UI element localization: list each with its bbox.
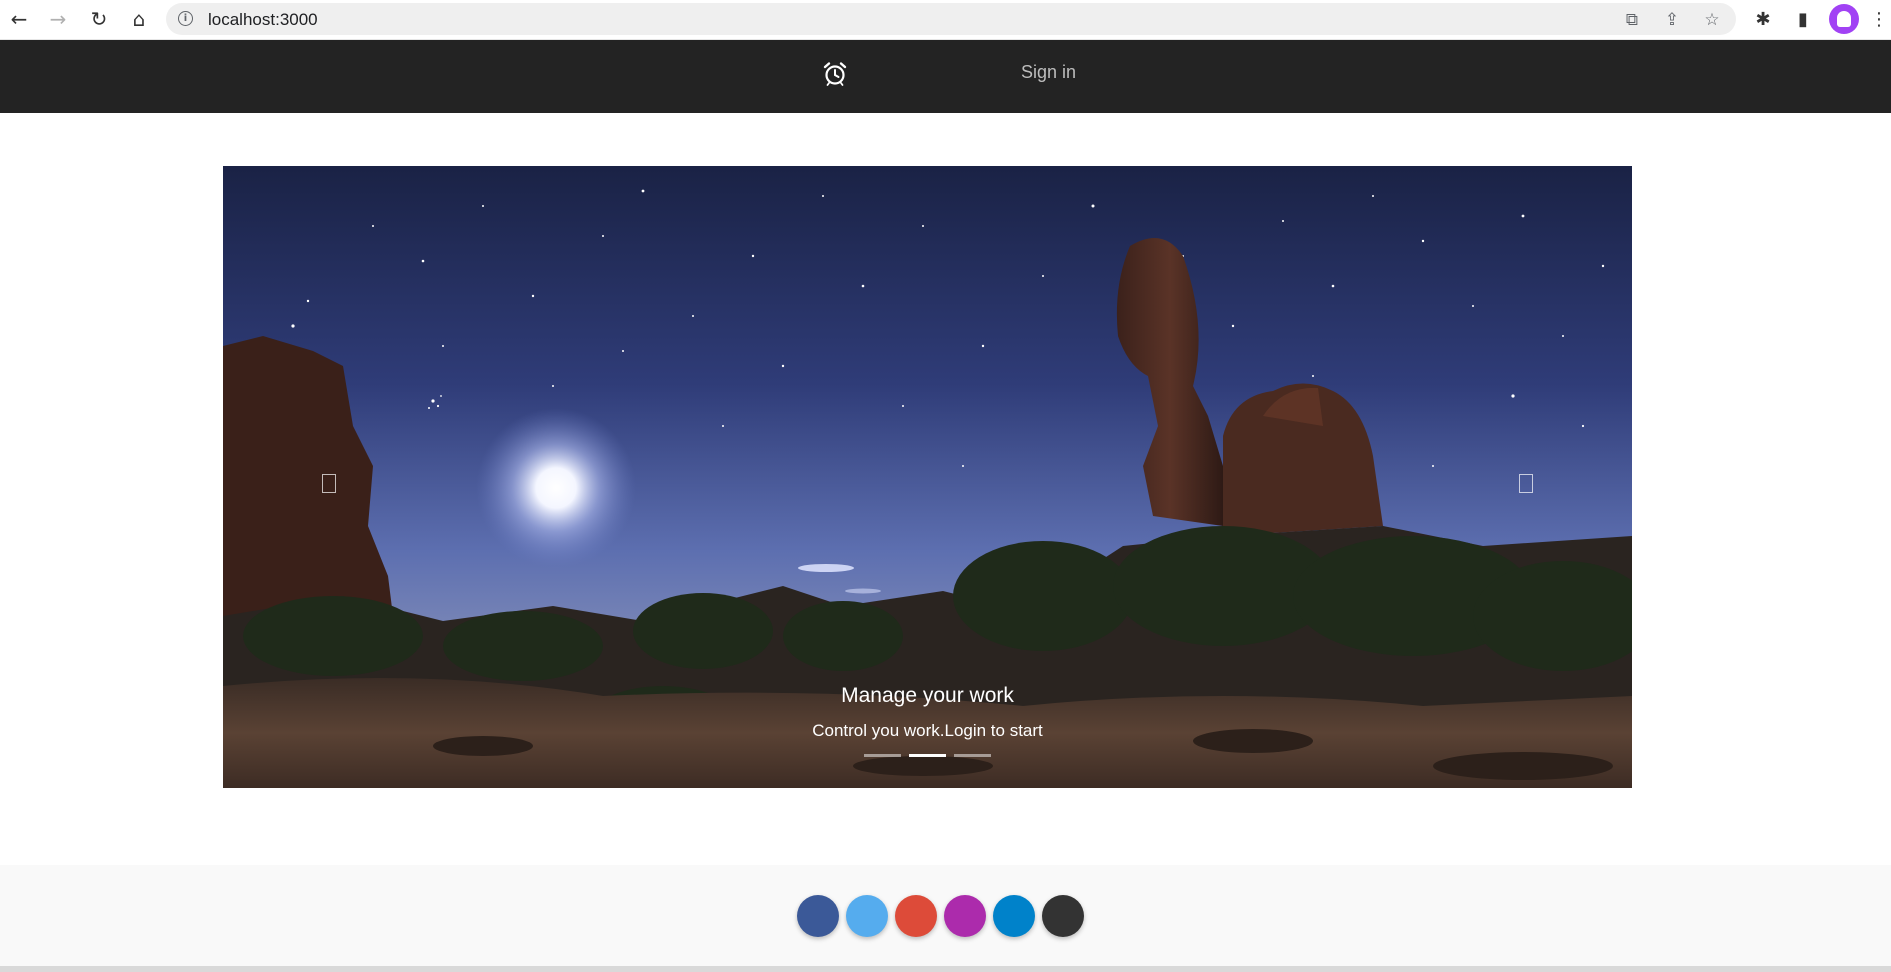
side-panel-icon[interactable]: ▮ (1789, 5, 1817, 33)
translate-icon[interactable]: ⧉ (1621, 9, 1643, 31)
linkedin-button[interactable] (993, 895, 1035, 937)
reload-icon[interactable]: ↻ (84, 4, 114, 34)
github-button[interactable] (1042, 895, 1084, 937)
home-icon[interactable]: ⌂ (124, 4, 154, 34)
footer (0, 865, 1891, 972)
instagram-button[interactable] (944, 895, 986, 937)
alarm-clock-icon[interactable] (822, 61, 848, 87)
browser-toolbar: ← → ↻ ⌂ i localhost:3000 ⧉ ⇪ ☆ ✱ ▮ ⋮ (0, 0, 1891, 40)
carousel-indicator-3[interactable] (954, 754, 991, 757)
address-bar[interactable]: i localhost:3000 ⧉ ⇪ ☆ (166, 3, 1736, 35)
url-text[interactable]: localhost:3000 (208, 10, 318, 30)
google-button[interactable] (895, 895, 937, 937)
footer-bottom-bar (0, 966, 1891, 972)
share-icon[interactable]: ⇪ (1661, 9, 1683, 31)
site-info-icon[interactable]: i (178, 11, 193, 26)
app-navbar: Sign in (0, 40, 1891, 113)
carousel-prev-arrow[interactable] (322, 474, 336, 493)
hero-carousel: Manage your work Control you work.Login … (223, 166, 1632, 788)
carousel-caption-text: Control you work.Login to start (812, 721, 1043, 740)
carousel-indicators (864, 754, 991, 758)
twitter-button[interactable] (846, 895, 888, 937)
profile-avatar[interactable] (1829, 4, 1859, 34)
avatar-face-icon (1837, 11, 1851, 27)
back-icon[interactable]: ← (4, 4, 34, 34)
browser-menu-icon[interactable]: ⋮ (1869, 5, 1889, 33)
carousel-indicator-2[interactable] (909, 754, 946, 757)
carousel-indicator-1[interactable] (864, 754, 901, 757)
carousel-next-arrow[interactable] (1519, 474, 1533, 493)
forward-icon[interactable]: → (43, 4, 73, 34)
extensions-icon[interactable]: ✱ (1749, 5, 1777, 33)
facebook-button[interactable] (797, 895, 839, 937)
bookmark-star-icon[interactable]: ☆ (1701, 9, 1723, 31)
sign-in-link[interactable]: Sign in (1021, 62, 1076, 83)
carousel-caption-title: Manage your work (841, 684, 1014, 707)
